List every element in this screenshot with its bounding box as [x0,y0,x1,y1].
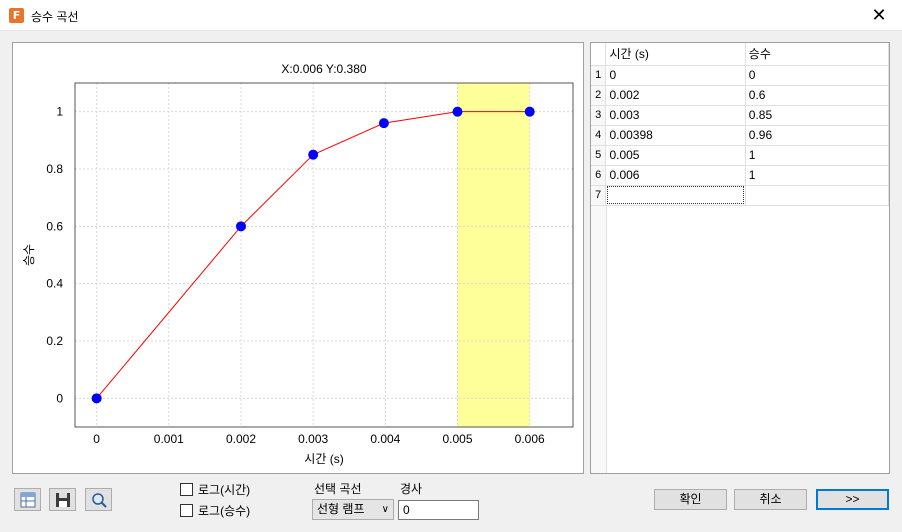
window-title: 승수 곡선 [31,10,79,24]
data-point [91,393,102,404]
row-header[interactable]: 7 [591,185,607,206]
table-view-icon [20,492,35,507]
table-row[interactable]: 6 0.006 1 [591,165,889,186]
table-row[interactable]: 7 [591,185,889,206]
log-time-checkbox[interactable] [180,483,193,496]
x-axis-label: 시간 (s) [304,452,343,466]
y-tick-label: 0.8 [46,162,63,176]
x-tick-label: 0.005 [443,432,473,446]
next-button[interactable]: >> [816,489,889,510]
column-header-time[interactable]: 시간 (s) [605,43,746,66]
multiplier-chart[interactable]: 0 0.001 0.002 0.003 0.004 0.005 0.006 0 0.2 0.4 0.… [13,43,585,475]
time-cell[interactable]: 0 [605,65,746,86]
y-tick-label: 0 [56,391,63,405]
column-header-multiplier[interactable]: 승수 [745,43,889,66]
data-point [308,149,319,160]
row-header-gutter [591,206,607,473]
data-table: 시간 (s) 승수 1 0 0 2 0.002 0.6 3 0.003 0.85 4 0.00398… [591,43,889,206]
chevron-down-icon: ∨ [381,504,389,515]
log-multiplier-checkbox[interactable] [180,504,193,517]
log-time-label: 로그(시간) [198,483,251,497]
table-header-row: 시간 (s) 승수 [591,43,889,66]
multiplier-cell[interactable]: 0.85 [745,105,889,126]
y-tick-label: 0.6 [46,219,63,233]
table-row[interactable]: 4 0.00398 0.96 [591,125,889,146]
x-tick-label: 0.001 [154,432,184,446]
table-row[interactable]: 5 0.005 1 [591,145,889,166]
time-cell[interactable]: 0.005 [605,145,746,166]
y-tick-label: 0.2 [46,334,63,348]
x-tick-label: 0 [93,432,100,446]
table-row[interactable]: 2 0.002 0.6 [591,85,889,106]
x-tick-label: 0.006 [515,432,545,446]
time-cell[interactable] [605,185,746,206]
save-icon [55,492,70,507]
multiplier-cell[interactable]: 1 [745,165,889,186]
slope-input[interactable]: 0 [398,500,479,520]
multiplier-cell[interactable]: 1 [745,145,889,166]
row-header[interactable]: 4 [591,125,607,146]
table-row[interactable]: 100 [591,65,889,86]
table-view-button[interactable] [14,488,41,511]
time-cell[interactable]: 0.006 [605,165,746,186]
selection-highlight [457,83,530,427]
data-point [236,221,246,232]
row-header[interactable]: 2 [591,85,607,106]
table-row[interactable]: 3 0.003 0.85 [591,105,889,126]
ok-button[interactable]: 확인 [654,489,727,510]
time-cell[interactable]: 0.003 [605,105,746,126]
y-tick-label: 1 [56,105,63,119]
save-button[interactable] [49,488,76,511]
slope-label: 경사 [400,482,423,496]
log-multiplier-label: 로그(승수) [198,504,251,518]
row-header[interactable]: 5 [591,145,607,166]
app-icon: F [9,8,24,23]
multiplier-cell[interactable]: 0.96 [745,125,889,146]
chart-coordinate-readout: X:0.006 Y:0.380 [281,62,367,76]
row-header[interactable]: 1 [591,65,607,86]
multiplier-cell[interactable]: 0.6 [745,85,889,106]
row-header[interactable]: 6 [591,165,607,186]
multiplier-cell[interactable]: 0 [745,65,889,86]
time-cell[interactable]: 0.002 [605,85,746,106]
x-tick-label: 0.003 [298,432,328,446]
data-point [452,106,463,117]
data-grid[interactable]: 시간 (s) 승수 1 0 0 2 0.002 0.6 3 0.003 0.85 4 0.00398… [590,42,890,474]
zoom-icon [91,492,107,508]
log-time-option[interactable]: 로그(시간) [180,481,250,498]
curve-select[interactable]: 선형 램프 ∨ [312,499,394,520]
chart-panel[interactable]: 0 0.001 0.002 0.003 0.004 0.005 0.006 0 0.2 0.4 0.… [12,42,584,474]
log-multiplier-option[interactable]: 로그(승수) [180,502,250,519]
x-tick-label: 0.004 [370,432,400,446]
grid-corner [591,43,607,66]
zoom-button[interactable] [85,488,112,511]
close-button[interactable]: ✕ [856,0,902,31]
multiplier-cell[interactable] [745,185,889,206]
data-point [524,106,535,117]
x-tick-label: 0.002 [226,432,256,446]
y-axis-label: 승수 [22,244,36,266]
data-point [378,118,389,129]
title-bar: F 승수 곡선 ✕ [0,0,902,31]
curve-select-value: 선형 램프 [317,502,365,516]
cancel-button[interactable]: 취소 [734,489,807,510]
time-cell[interactable]: 0.00398 [605,125,746,146]
select-curve-label: 선택 곡선 [314,482,362,496]
y-tick-label: 0.4 [46,277,63,291]
row-header[interactable]: 3 [591,105,607,126]
